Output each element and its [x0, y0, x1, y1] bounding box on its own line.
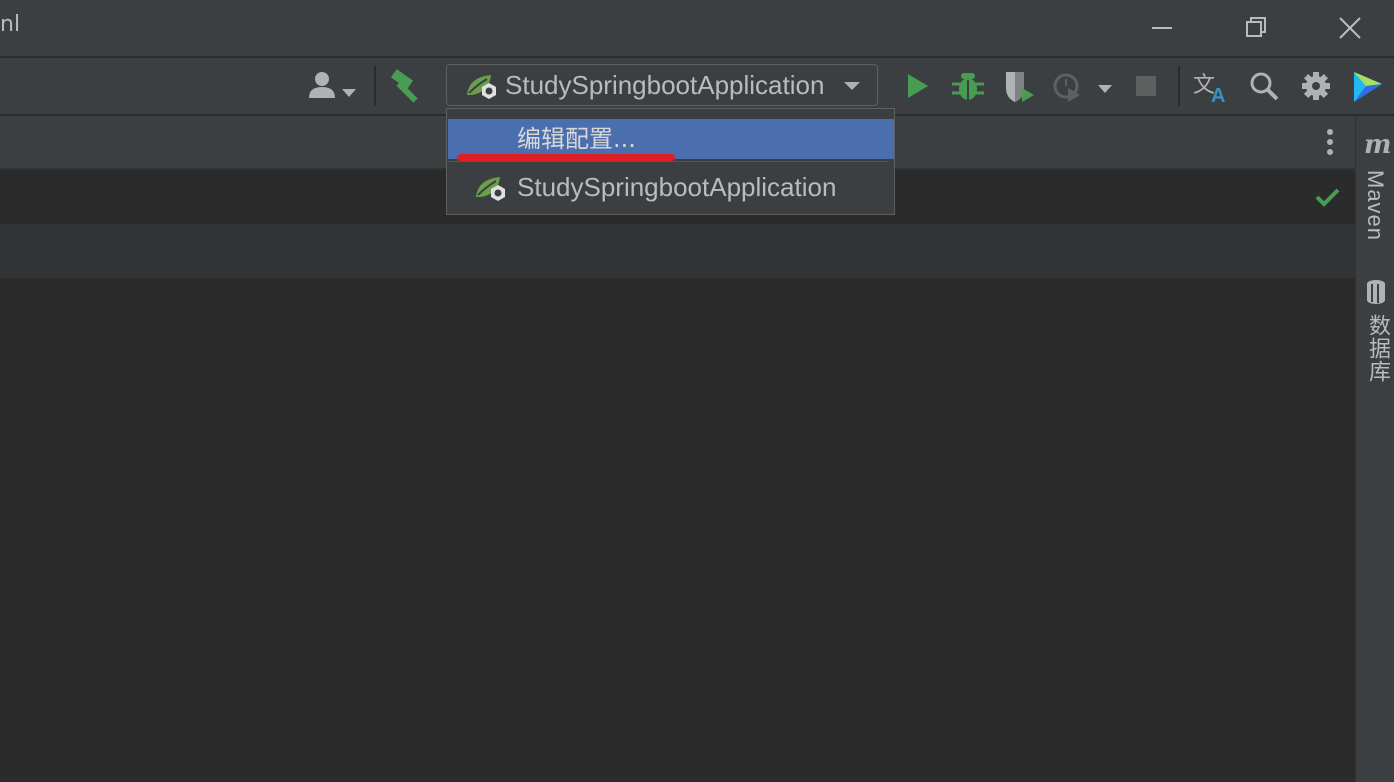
translate-button[interactable]: 文 A — [1189, 64, 1233, 108]
build-button[interactable] — [386, 64, 430, 108]
red-annotation-underline — [457, 154, 675, 161]
stop-icon — [1136, 76, 1156, 96]
run-config-selector[interactable]: StudySpringbootApplication — [446, 64, 878, 106]
checkmark-icon — [1315, 188, 1340, 207]
run-config-dropdown: 编辑配置... StudySpringbootApplication — [446, 108, 895, 215]
debug-icon — [952, 73, 984, 100]
run-button[interactable] — [895, 64, 939, 108]
database-tool-button[interactable]: 数据库 — [1356, 276, 1394, 386]
plugin-logo-button[interactable] — [1346, 64, 1390, 108]
restore-button[interactable] — [1226, 0, 1286, 56]
search-icon — [1250, 72, 1279, 101]
maven-icon: m — [1364, 130, 1392, 160]
title-bar: nl — [0, 0, 1394, 56]
translate-icon: 文 A — [1193, 73, 1225, 107]
more-options-button[interactable] — [1312, 124, 1348, 162]
more-vertical-icon — [1327, 129, 1333, 155]
inspection-status[interactable] — [1312, 182, 1344, 212]
stop-button[interactable] — [1124, 64, 1168, 108]
settings-button[interactable] — [1294, 64, 1338, 108]
edit-configurations-item[interactable]: 编辑配置... — [448, 119, 894, 159]
run-config-item-label: StudySpringbootApplication — [517, 172, 837, 202]
toolbar-separator — [374, 66, 376, 106]
restore-icon — [1246, 17, 1266, 37]
profile-button[interactable] — [1048, 64, 1120, 108]
main-toolbar: StudySpringbootApplication 文 A — [0, 58, 1394, 114]
svg-text:A: A — [1211, 85, 1225, 107]
settings-icon — [1302, 72, 1330, 100]
user-button[interactable] — [304, 64, 362, 108]
editor-current-line — [0, 224, 1355, 278]
minimize-icon — [1152, 27, 1172, 29]
toolbar-separator — [1178, 66, 1180, 106]
minimize-button[interactable] — [1131, 0, 1191, 56]
run-config-item[interactable]: StudySpringbootApplication — [448, 165, 894, 209]
coverage-button[interactable] — [998, 64, 1042, 108]
build-hammer-icon — [390, 69, 418, 103]
coverage-icon — [1006, 72, 1034, 102]
maven-tool-button[interactable]: m Maven — [1356, 130, 1394, 250]
database-icon — [1367, 280, 1385, 304]
search-button[interactable] — [1242, 64, 1286, 108]
user-icon — [309, 72, 356, 98]
database-label: 数据库 — [1366, 314, 1391, 383]
editor-area[interactable] — [0, 278, 1355, 782]
run-icon — [908, 74, 928, 98]
profile-icon — [1053, 73, 1112, 102]
close-icon — [1339, 17, 1361, 39]
plugin-logo-icon — [1354, 72, 1382, 102]
spring-boot-icon — [467, 75, 496, 99]
close-button[interactable] — [1320, 0, 1380, 56]
maven-label: Maven — [1363, 170, 1388, 242]
chevron-down-icon — [844, 82, 860, 90]
run-config-label: StudySpringbootApplication — [505, 70, 825, 100]
debug-button[interactable] — [946, 64, 990, 108]
dropdown-separator — [448, 161, 888, 162]
window-title: nl — [0, 12, 21, 37]
right-tool-strip: m Maven 数据库 — [1355, 116, 1394, 782]
edit-configurations-label: 编辑配置... — [517, 125, 636, 153]
spring-boot-icon — [476, 177, 505, 201]
